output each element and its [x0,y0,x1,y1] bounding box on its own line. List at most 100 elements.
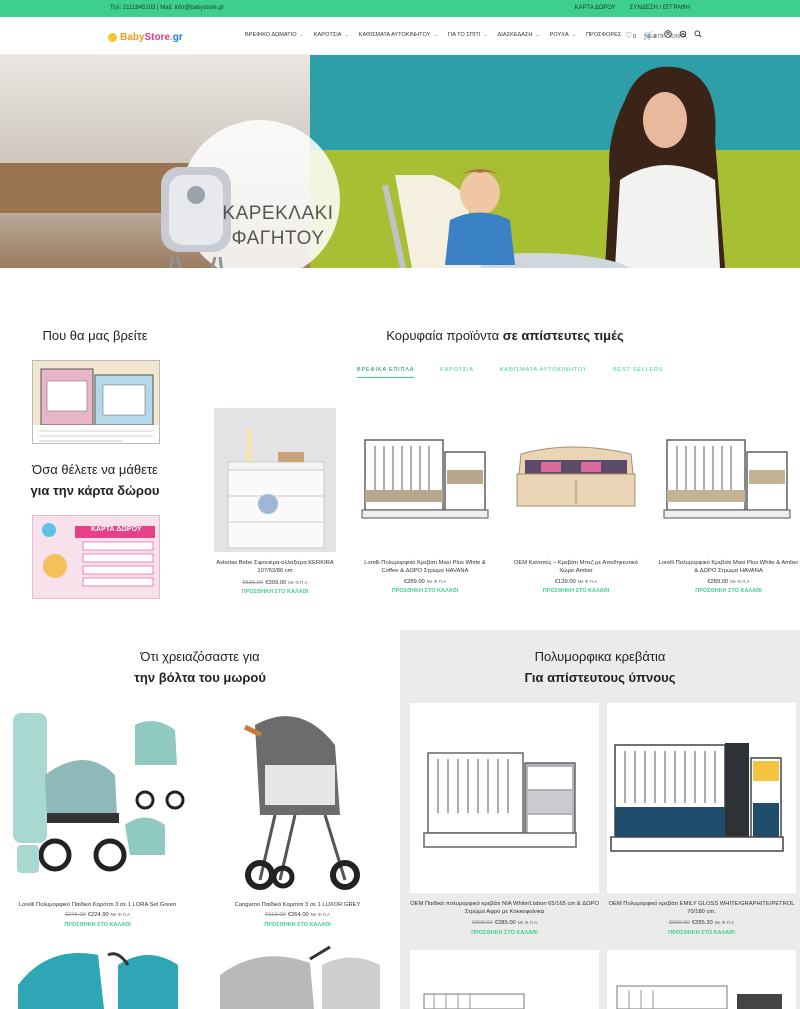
product-image-stroller-teal[interactable] [8,945,188,1009]
vat-label: Με Φ.Π.Α [310,912,331,917]
vat-label: Με Φ.Π.Α [577,579,598,584]
current-price: €289.00 [707,579,729,585]
old-price: €535.00 [242,580,264,586]
product-name[interactable]: Lorelli Πολυμορφικό Κρεβάτι Maxi Plus Wh… [657,559,800,575]
product-image-stroller-grey [243,716,360,890]
top-products-title-bold: σε απίστευτες τιμές [502,328,624,343]
strollers-title: Ότι χρειαζόσαστε για την βόλτα του μωρού [0,646,400,688]
product-image-stroller-set [13,713,185,873]
product-image-stroller-light-grey[interactable] [210,945,390,1009]
main-nav: ΒΡΕΦΙΚΟ ΔΩΜΑΤΙΟ ⌄ ΚΑΡΟΤΣΙΑ ⌄ ΚΑΘΙΣΜΑΤΑ ΑΥΤ… [245,32,621,38]
product-card[interactable]: OEM Καναπές – Κρεβάτι Μπεζ με Αποθηκευτι… [506,432,646,602]
product-name[interactable]: OEM Πολυμορφικό κρεβάτι EMILY GLOSS WHIT… [607,900,796,916]
search-icon[interactable] [694,30,702,40]
product-image-box[interactable] [410,703,599,893]
nav-item-home[interactable]: ΓΙΑ ΤΟ ΣΠΙΤΙ ⌄ [448,32,488,38]
current-price: €264.00 [287,912,309,918]
add-to-cart-button[interactable]: ΠΡΟΣΘΗΚΗ ΣΤΟ ΚΑΛΑΘΙ [205,922,390,928]
vat-label: Με Φ.Π.Α [730,579,750,584]
product-image-box[interactable] [410,950,599,1009]
login-register-link[interactable]: ΣΥΝΔΕΣΗ / ΕΓΓΡΑΦΗ [630,5,690,11]
nav-label: ΓΙΑ ΤΟ ΣΠΙΤΙ [447,32,481,38]
nav-item-offers[interactable]: ΠΡΟΣΦΟΡΕΣ [586,32,621,38]
nav-label: ΠΡΟΣΦΟΡΕΣ [585,32,622,38]
product-card[interactable]: OEM Παιδικό πολυμορφικό κρεβάτι NIA Whit… [410,898,599,948]
hero-banner[interactable]: ΚΑΡΕΚΛΑΚΙ ΦΑΓΗΤΟΥ [0,55,800,268]
nav-item-entertainment[interactable]: ΔΙΑΣΚΕΔΑΣΗ ⌄ [498,32,540,38]
product-image-box[interactable] [607,703,796,893]
nav-item-strollers[interactable]: ΚΑΡΟΤΣΙΑ ⌄ [314,32,349,38]
product-name[interactable]: OEM Καναπές – Κρεβάτι Μπεζ με Αποθηκευτι… [506,559,646,575]
product-name[interactable]: OEM Παιδικό πολυμορφικό κρεβάτι NIA Whit… [410,900,599,916]
product-card[interactable]: OEM Πολυμορφικό κρεβάτι EMILY GLOSS WHIT… [607,898,796,948]
strollers-title-line: Ότι χρειαζόσαστε για [140,649,260,664]
product-image-bed-partial [423,993,525,1009]
product-price: €139.00 Με Φ.Π.Α [506,579,646,585]
current-price: €139.00 [554,579,576,585]
product-price: €360.00 €285.20 Με Φ.Π.Α [607,920,796,926]
tab-strollers[interactable]: ΚΑΡΟΤΣΙΑ [440,367,474,378]
top-bar-links: ΚΑΡΤΑ ΔΩΡΟΥ ΣΥΝΔΕΣΗ / ΕΓΓΡΑΦΗ [575,5,690,11]
wishlist-icon[interactable]: ♡0 [625,31,636,40]
product-name[interactable]: Lorelli Πολυμορφικό Κρεβάτι Maxi Plus Wh… [355,559,495,575]
logo-icon [108,32,117,42]
tab-car-seats[interactable]: ΚΑΘΙΣΜΑΤΑ ΑΥΤΟΚΙΝΗΤΟΥ [500,367,587,378]
chevron-down-icon: ⌄ [433,32,438,38]
old-price: €360.00 [668,920,690,926]
giftcard-title: Όσα θέλετε να μάθετε για την κάρτα δώρου [0,459,190,501]
nav-label: ΚΑΘΙΣΜΑΤΑ ΑΥΤΟΚΙΝΗΤΟΥ [358,32,431,38]
hero-title-line: ΦΑΓΗΤΟΥ [231,228,325,249]
product-card[interactable]: Cangaroo Παιδικό Καρότσι 3 σε 1 LUXOR GR… [205,705,390,935]
top-bar: Τηλ: 2111845103 | Mail: info@babystore.g… [0,0,800,17]
nav-item-clothes[interactable]: ΡΟΥΧΑ ⌄ [550,32,576,38]
store-location-image[interactable] [32,360,160,444]
gift-card-label: ΚΑΡΤΑ ΔΩΡΟΥ [91,526,142,533]
nav-label: ΒΡΕΦΙΚΟ ΔΩΜΑΤΙΟ [245,32,297,38]
nav-item-nursery[interactable]: ΒΡΕΦΙΚΟ ΔΩΜΑΤΙΟ ⌄ [245,32,304,38]
site-logo[interactable]: Baby Store. gr [108,29,183,45]
add-to-cart-button[interactable]: ΠΡΟΣΘΗΚΗ ΣΤΟ ΚΑΛΑΘΙ [210,589,340,595]
add-to-cart-button[interactable]: ΠΡΟΣΘΗΚΗ ΣΤΟ ΚΑΛΑΘΙ [506,588,646,594]
strollers-title-line: την βόλτα του μωρού [134,670,266,685]
giftcard-title-line: για την κάρτα δώρου [30,483,160,498]
product-name[interactable]: Lorelli Πολυμορφικό Παιδικό Καρότσι 3 σε… [5,901,190,909]
product-image-crib [361,439,489,519]
current-price: €285.20 [691,920,713,926]
gift-card-link[interactable]: ΚΑΡΤΑ ΔΩΡΟΥ [575,5,616,11]
chevron-down-icon: ⌄ [299,32,304,38]
tab-best-sellers[interactable]: BEST SELLERS [613,367,663,378]
add-to-cart-button[interactable]: ΠΡΟΣΘΗΚΗ ΣΤΟ ΚΑΛΑΘΙ [607,930,796,936]
add-to-cart-button[interactable]: ΠΡΟΣΘΗΚΗ ΣΤΟ ΚΑΛΑΘΙ [355,588,495,594]
product-image-box[interactable] [607,950,796,1009]
gift-card-image[interactable]: ΚΑΡΤΑ ΔΩΡΟΥ [32,515,160,599]
beds-title: Πολυμορφικα κρεβάτια Για απίστευτους ύπν… [400,646,800,688]
product-card[interactable]: Asterias Bebe Σιφονιέρα-αλλαξιέρα KERKIR… [210,408,340,598]
product-card[interactable]: Lorelli Πολυμορφικό Παιδικό Καρότσι 3 σε… [5,705,190,935]
add-to-cart-button[interactable]: ΠΡΟΣΘΗΚΗ ΣΤΟ ΚΑΛΑΘΙ [410,930,599,936]
product-name[interactable]: Cangaroo Παιδικό Καρότσι 3 σε 1 LUXOR GR… [205,901,390,909]
vat-label: Με Φ.Π.Α [288,580,308,585]
hero-title: ΚΑΡΕΚΛΑΚΙ ΦΑΓΗΤΟΥ [213,201,343,251]
add-to-cart-button[interactable]: ΠΡΟΣΘΗΚΗ ΣΤΟ ΚΑΛΑΘΙ [657,588,800,594]
add-to-cart-button[interactable]: ΠΡΟΣΘΗΚΗ ΣΤΟ ΚΑΛΑΘΙ [5,922,190,928]
new-products-link[interactable]: ΝΕΑ ΠΡΟΪΟΝΤΑ [645,34,687,40]
product-image-bed-emily [610,743,784,852]
product-price: €300.00 €285.00 Με Φ.Π.Α [410,920,599,926]
product-price: €319.00 €264.00 Με Φ.Π.Α [205,912,390,918]
nav-label: ΔΙΑΣΚΕΔΑΣΗ [497,32,533,38]
vat-label: Με Φ.Π.Α [714,920,735,925]
where-title: Που θα μας βρείτε [42,328,148,343]
nav-label: ΡΟΥΧΑ [549,32,569,38]
giftcard-title-line: Όσα θέλετε να μάθετε [32,462,158,477]
tab-baby-furniture[interactable]: ΒΡΕΦΙΚΑ ΕΠΙΠΛΑ [357,367,415,378]
vat-label: Με Φ.Π.Α [517,920,538,925]
product-image-sofa-bed [516,446,636,507]
product-name[interactable]: Asterias Bebe Σιφονιέρα-αλλαξιέρα KERKIR… [210,559,340,575]
product-card[interactable]: Lorelli Πολυμορφικό Κρεβάτι Maxi Plus Wh… [657,432,800,602]
hero-baby-image [445,169,515,265]
store-illustration [33,361,159,443]
contact-info: Τηλ: 2111845103 | Mail: info@babystore.g… [110,5,224,11]
nav-item-car-seats[interactable]: ΚΑΘΙΣΜΑΤΑ ΑΥΤΟΚΙΝΗΤΟΥ ⌄ [359,32,438,38]
product-card[interactable]: Lorelli Πολυμορφικό Κρεβάτι Maxi Plus Wh… [355,432,495,602]
product-price: €535.00 €399.00 Με Φ.Π.Α [210,580,340,586]
